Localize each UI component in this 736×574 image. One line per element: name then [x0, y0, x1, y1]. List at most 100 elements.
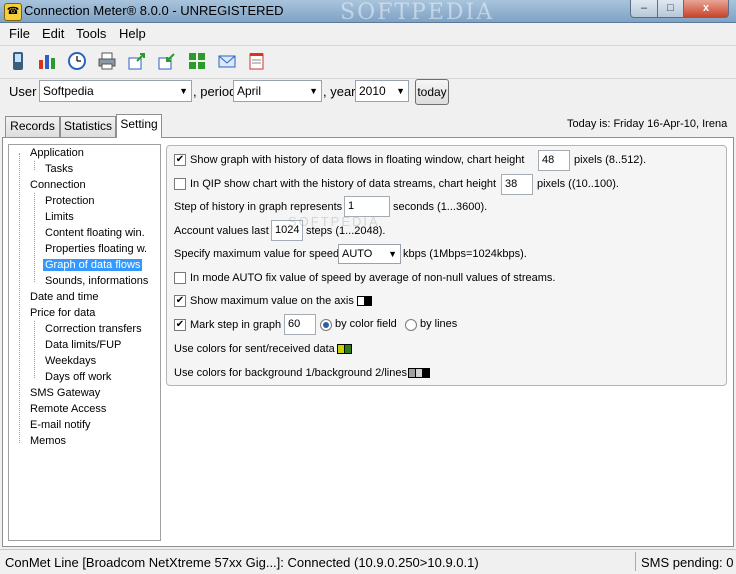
max-speed-label: Specify maximum value for speed: [174, 248, 340, 260]
mark-step-input[interactable]: 60: [284, 314, 316, 335]
menu-edit[interactable]: Edit: [42, 26, 64, 41]
app-icon[interactable]: ☎: [4, 3, 22, 21]
tab-statistics[interactable]: Statistics: [60, 116, 116, 137]
tree-item-memos[interactable]: Memos: [30, 435, 66, 447]
by-color-field-label: by color field: [335, 318, 397, 330]
qip-chart-checkbox[interactable]: [174, 178, 186, 190]
tree-item-application[interactable]: Application: [30, 147, 84, 159]
received-color-swatch[interactable]: [344, 344, 352, 354]
tree-item-graph-of-data-flows[interactable]: Graph of data flows: [43, 259, 143, 271]
year-select-value: 2010: [359, 84, 386, 98]
tree-item-date-time[interactable]: Date and time: [30, 291, 98, 303]
import-icon[interactable]: [157, 51, 177, 71]
chart-icon[interactable]: [37, 51, 57, 71]
tree-item-properties-floating[interactable]: Properties floating w.: [45, 243, 147, 255]
by-color-field-radio[interactable]: [320, 319, 332, 331]
maximize-button[interactable]: □: [657, 0, 684, 18]
show-max-checkbox[interactable]: ✔: [174, 295, 186, 307]
notepad-icon[interactable]: [247, 51, 267, 71]
user-select-value: Softpedia: [43, 84, 94, 98]
tab-setting[interactable]: Setting: [116, 114, 162, 138]
connection-status: ConMet Line [Broadcom NetXtreme 57xx Gig…: [5, 555, 479, 570]
account-values-label: Account values last: [174, 225, 269, 237]
title-bar: ☎ Connection Meter® 8.0.0 - UNREGISTERED…: [0, 0, 736, 25]
tree-item-sms-gateway[interactable]: SMS Gateway: [30, 387, 100, 399]
auto-fix-label: In mode AUTO fix value of speed by avera…: [190, 272, 556, 284]
max-speed-select[interactable]: AUTO ▼: [338, 244, 401, 264]
tree-item-limits[interactable]: Limits: [45, 211, 74, 223]
close-button[interactable]: x: [683, 0, 729, 18]
today-info: Today is: Friday 16-Apr-10, Irena: [567, 118, 728, 130]
export-icon[interactable]: [127, 51, 147, 71]
chart-height-suffix: pixels (8..512).: [574, 154, 647, 166]
qip-height-suffix: pixels ((10..100).: [537, 178, 619, 190]
tree-item-email-notify[interactable]: E-mail notify: [30, 419, 91, 431]
show-max-color-2[interactable]: [364, 296, 372, 306]
chart-height-input[interactable]: 48: [538, 150, 570, 171]
colors-sent-label: Use colors for sent/received data: [174, 343, 335, 355]
by-lines-radio[interactable]: [405, 319, 417, 331]
minimize-button[interactable]: –: [630, 0, 658, 18]
grid-icon[interactable]: [187, 51, 207, 71]
menu-help[interactable]: Help: [119, 26, 146, 41]
today-button[interactable]: today: [415, 79, 449, 105]
tree-line: [19, 153, 20, 443]
email-icon[interactable]: [217, 51, 237, 71]
qip-chart-label: In QIP show chart with the history of da…: [190, 178, 497, 190]
show-max-label: Show maximum value on the axis: [190, 295, 354, 307]
tree-item-price[interactable]: Price for data: [30, 307, 95, 319]
year-select[interactable]: 2010 ▼: [355, 80, 409, 102]
period-select-value: April: [237, 84, 262, 98]
toolbar: [0, 45, 736, 76]
user-select[interactable]: Softpedia ▼: [39, 80, 192, 102]
lines-color-swatch[interactable]: [422, 368, 430, 378]
tree-item-correction[interactable]: Correction transfers: [45, 323, 142, 335]
menu-file[interactable]: File: [9, 26, 30, 41]
max-speed-value: AUTO: [342, 248, 373, 260]
phone-icon[interactable]: [8, 51, 28, 71]
chevron-down-icon: ▼: [388, 249, 397, 259]
tree-item-content-floating[interactable]: Content floating win.: [45, 227, 145, 239]
chevron-down-icon: ▼: [396, 86, 405, 96]
mark-step-label: Mark step in graph: [190, 319, 282, 331]
tab-records[interactable]: Records: [5, 116, 60, 137]
year-label: , year: [323, 84, 356, 99]
tree-item-connection[interactable]: Connection: [30, 179, 86, 191]
show-graph-checkbox[interactable]: ✔: [174, 154, 186, 166]
watermark-faint: SOFTPEDIA: [288, 214, 380, 229]
graph-settings-panel: ✔ Show graph with history of data flows …: [166, 145, 727, 386]
colors-bg-label: Use colors for background 1/background 2…: [174, 367, 407, 379]
menu-tools[interactable]: Tools: [76, 26, 106, 41]
auto-fix-checkbox[interactable]: [174, 272, 186, 284]
clock-icon[interactable]: [67, 51, 87, 71]
tree-line: [34, 321, 35, 378]
tree-item-data-limits[interactable]: Data limits/FUP: [45, 339, 121, 351]
max-speed-suffix: kbps (1Mbps=1024kbps).: [403, 248, 527, 260]
period-select[interactable]: April ▼: [233, 80, 322, 102]
printer-icon[interactable]: [97, 51, 117, 71]
tree-line: [34, 161, 35, 170]
chevron-down-icon: ▼: [309, 86, 318, 96]
tree-item-days-off[interactable]: Days off work: [45, 371, 111, 383]
tree-item-weekdays[interactable]: Weekdays: [45, 355, 96, 367]
by-lines-label: by lines: [420, 318, 458, 330]
menu-bar: File Edit Tools Help: [0, 23, 736, 43]
chevron-down-icon: ▼: [179, 86, 188, 96]
step-history-label: Step of history in graph represents: [174, 201, 343, 213]
sms-pending-status: SMS pending: 0: [641, 555, 734, 570]
mark-step-checkbox[interactable]: ✔: [174, 319, 186, 331]
step-history-suffix: seconds (1...3600).: [393, 201, 488, 213]
status-bar: ConMet Line [Broadcom NetXtreme 57xx Gig…: [0, 549, 736, 574]
period-label: , period: [193, 84, 237, 99]
qip-height-input[interactable]: 38: [501, 174, 533, 195]
tree-item-tasks[interactable]: Tasks: [45, 163, 73, 175]
show-graph-label: Show graph with history of data flows in…: [190, 154, 525, 166]
user-label: User: [9, 84, 37, 99]
window-title: Connection Meter® 8.0.0 - UNREGISTERED: [24, 3, 284, 18]
tree-item-remote-access[interactable]: Remote Access: [30, 403, 106, 415]
status-divider: [635, 552, 636, 571]
tree-item-sounds[interactable]: Sounds, informations: [45, 275, 148, 287]
tree-item-protection[interactable]: Protection: [45, 195, 95, 207]
tree-line: [34, 193, 35, 282]
settings-tree: Application Tasks Connection Protection …: [8, 144, 161, 541]
